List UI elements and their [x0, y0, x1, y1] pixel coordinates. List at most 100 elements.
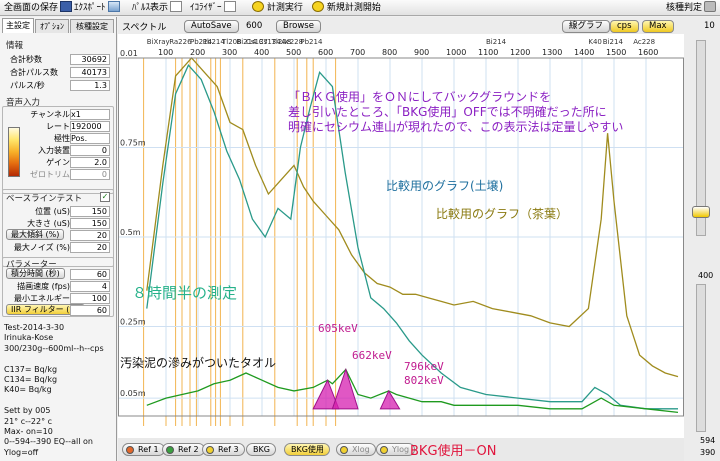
note-line: Irinuka-Kose [4, 333, 54, 343]
zero-trim-row: ゼロトリム 0 [4, 169, 112, 180]
polarity-select[interactable]: Pos. [70, 133, 110, 144]
integration-time-button[interactable]: 積分時間 (秒) [6, 268, 65, 279]
annotation-soil: 比較用のグラフ(土壌) [386, 179, 504, 193]
channel-select[interactable]: x1 [70, 109, 110, 120]
input-device-label: 入力装置 [38, 146, 70, 155]
xlog-dot-icon [340, 446, 348, 454]
x-tick-label: 200 [190, 48, 205, 57]
max-noise-label: 最大ノイズ (%) [13, 243, 70, 252]
scale-top-value: 10 [704, 21, 715, 31]
max-toggle[interactable]: Max [642, 20, 674, 33]
line-graph-button[interactable]: 線グラフ [562, 20, 611, 33]
iir-filter-field[interactable]: 60 [70, 305, 110, 316]
new-measurement-label: 新規計測開始 [326, 3, 381, 13]
export-icon [107, 1, 120, 12]
position-field[interactable]: 150 [70, 206, 110, 217]
annotation-bkg-on: BKG使用－ON [410, 444, 497, 459]
total-seconds-value: 30692 [70, 54, 110, 65]
channel-row: チャンネル x1 [4, 109, 112, 120]
total-pulses-value: 40173 [70, 67, 110, 78]
export-button[interactable]: ｴｸｽﾎﾟｰﾄ [74, 1, 120, 15]
x-tick-label: 1100 [478, 48, 498, 57]
max-noise-field[interactable]: 20 [70, 242, 110, 253]
annotation-duration: ８時間半の測定 [132, 284, 238, 302]
draw-speed-field[interactable]: 4 [70, 281, 110, 292]
zero-trim-field[interactable]: 0 [70, 169, 110, 180]
autosave-interval[interactable]: 600 [246, 21, 262, 31]
new-measurement-button[interactable]: 新規計測開始 [310, 1, 381, 15]
vertical-scale-slider[interactable] [692, 206, 710, 218]
pulse-view-button[interactable]: ﾊﾟﾙｽ表示 [132, 1, 183, 15]
x-tick-label: 800 [382, 48, 397, 57]
spectrum-chart[interactable]: BiXray Ra226 Pb214 Pb214 Tl208 Bi214 Cs137 Cs13… [118, 34, 684, 438]
ref3-label: Ref 3 [218, 445, 239, 454]
scale-mid-value: 400 [698, 271, 714, 280]
total-seconds-label: 合計秒数 [10, 55, 42, 64]
ref1-button[interactable]: Ref 1 [122, 443, 165, 456]
vertical-range-track [696, 284, 706, 432]
integration-time-field[interactable]: 60 [70, 269, 110, 280]
nuclide-label: Bi214 [603, 38, 624, 46]
baseline-checkbox[interactable]: ✓ [100, 192, 110, 202]
position-row: 位置 (uS) 150 [4, 206, 112, 217]
input-device-field[interactable]: 0 [70, 145, 110, 156]
x-tick-label: 400 [254, 48, 269, 57]
run-measurement-button[interactable]: 計測実行 [250, 1, 303, 15]
ylog-label: Ylog [392, 445, 410, 454]
annotation-towel: 汚染泥の滲みがついたタオル [120, 356, 277, 370]
tab-main-settings[interactable]: 主設定 [2, 18, 34, 33]
size-label: 大きさ (uS) [27, 219, 70, 228]
max-slope-field[interactable]: 20 [70, 230, 110, 241]
use-bkg-toggle[interactable]: BKG使用 [284, 443, 330, 456]
tab-nuclide-settings[interactable]: 核種設定 [70, 19, 114, 33]
max-slope-button[interactable]: 最大傾斜 (%) [6, 229, 65, 240]
x-tick-label: 900 [414, 48, 429, 57]
equalizer-label: ｲｺﾗｲｻﾞｰ [190, 3, 222, 13]
annotation-662kev: 662keV [352, 349, 392, 362]
nuclide-label: BiXray [147, 38, 170, 46]
note-line: 300/230g--600ml--h--cps [4, 343, 104, 353]
nuclide-label: Pb214 [300, 38, 323, 46]
size-row: 大きさ (uS) 150 [4, 218, 112, 229]
bkg-button[interactable]: BKG [246, 443, 276, 456]
rate-select[interactable]: 192000 [70, 121, 110, 132]
pulses-per-sec-label: パルス/秒 [10, 81, 45, 90]
annotation-605kev: 605keV [318, 322, 358, 335]
tab-options[interactable]: ｵﾌﾟｼｮﾝ [35, 19, 69, 33]
equalizer-button[interactable]: ｲｺﾗｲｻﾞｰ [190, 1, 236, 15]
save-all-label: 全画面の保存 [4, 3, 59, 13]
settings-tabs: 主設定 ｵﾌﾟｼｮﾝ 核種設定 [0, 17, 117, 33]
spectrum-header: スペクトル AutoSave 600 Browse 線グラフ cps Max 1… [118, 17, 720, 34]
autosave-button[interactable]: AutoSave [184, 20, 239, 33]
ref3-button[interactable]: Ref 3 [202, 443, 245, 456]
browse-button[interactable]: Browse [276, 20, 321, 33]
gain-field[interactable]: 2.0 [70, 157, 110, 168]
ref2-button[interactable]: Ref 2 [162, 443, 205, 456]
baseline-title: ベースラインテスト [6, 194, 83, 204]
gain-row: ゲイン 2.0 [4, 157, 112, 168]
y-tick-label: 0.75m [120, 139, 146, 148]
nuclide-identify-button[interactable]: 核種判定 [666, 1, 717, 15]
radiation-icon-new [312, 1, 324, 12]
draw-speed-label: 描画速度 (fps) [17, 282, 70, 291]
info-section-title: 情報 [6, 41, 24, 51]
y-tick-label: 0.01 [120, 49, 138, 58]
nuclide-label: Ac228 [633, 38, 655, 46]
note-line: 21° c--22° c [4, 416, 53, 426]
save-all-screen-button[interactable]: 全画面の保存 [4, 1, 73, 15]
x-tick-label: 1200 [510, 48, 530, 57]
ref3-dot-icon [206, 446, 214, 454]
xlog-toggle[interactable]: Xlog [336, 443, 376, 456]
pulses-per-sec-value: 1.3 [70, 80, 110, 91]
ylog-dot-icon [380, 446, 388, 454]
x-tick-label: 1300 [542, 48, 562, 57]
disk-icon [60, 1, 73, 12]
min-energy-field[interactable]: 100 [70, 293, 110, 304]
note-line: Ylog=off [4, 447, 39, 457]
note-line: Max- on=10 [4, 427, 53, 437]
size-field[interactable]: 150 [70, 218, 110, 229]
annotation-802kev: 802keV [404, 374, 444, 387]
max-noise-row: 最大ノイズ (%) 20 [4, 242, 112, 253]
cps-toggle[interactable]: cps [610, 20, 639, 33]
note-line: K40= Bq/kg [4, 385, 52, 395]
